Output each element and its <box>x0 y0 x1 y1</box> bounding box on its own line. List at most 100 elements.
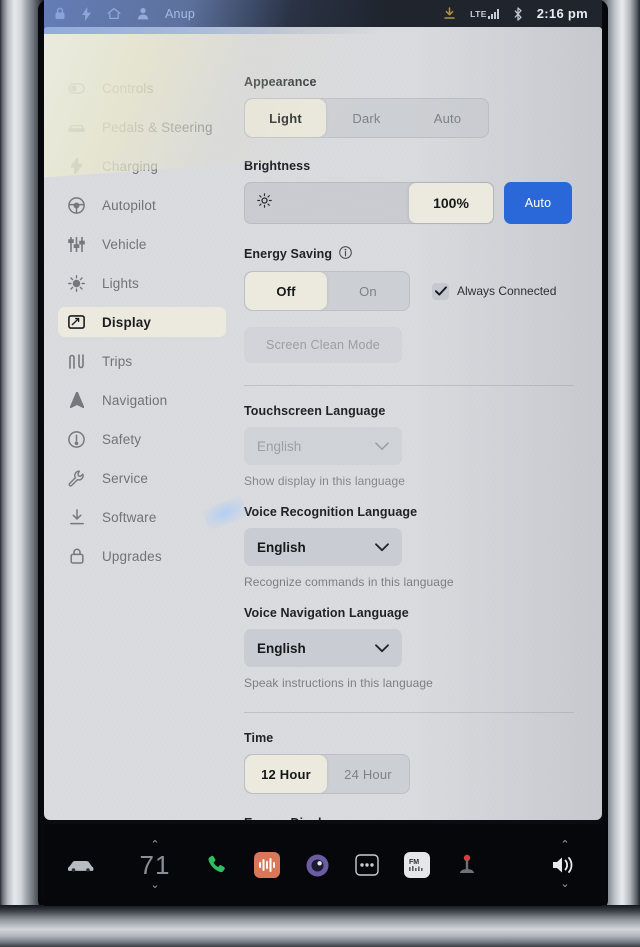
sliders-icon <box>68 236 85 252</box>
network-label: LTE <box>470 8 487 19</box>
sidebar-item-upgrades[interactable]: Upgrades <box>58 541 226 571</box>
dock-camera-button[interactable] <box>292 850 342 880</box>
tesla-settings-screen: Controls Pedals & Steering Charging Auto… <box>44 27 602 820</box>
sidebar-item-lights[interactable]: Lights <box>58 268 226 298</box>
sidebar-item-display[interactable]: Display <box>58 307 226 337</box>
sidebar-item-label: Upgrades <box>102 548 162 564</box>
settings-sidebar: Controls Pedals & Steering Charging Auto… <box>44 27 234 820</box>
time-option-24-hour[interactable]: 24 Hour <box>327 755 409 793</box>
dock-fm-radio-button[interactable]: FM <box>392 852 442 878</box>
bolt-icon <box>68 158 85 174</box>
arcade-joystick-icon <box>452 850 482 880</box>
volume-icon[interactable] <box>550 850 580 880</box>
camera-icon <box>302 850 332 880</box>
status-bar: Anup LTE 2:16 pm <box>44 0 602 27</box>
sidebar-item-label: Safety <box>102 431 142 447</box>
svg-text:FM: FM <box>409 859 419 866</box>
sidebar-item-vehicle[interactable]: Vehicle <box>58 229 226 259</box>
clock: 2:16 pm <box>536 6 588 21</box>
sidebar-item-label: Controls <box>102 80 154 96</box>
voice-navigation-language-dropdown[interactable]: English <box>244 629 402 667</box>
voice-recognition-language-dropdown[interactable]: English <box>244 528 402 566</box>
home-icon[interactable] <box>107 7 121 20</box>
chevron-down-icon[interactable]: ⌄ <box>150 879 159 890</box>
brightness-auto-button[interactable]: Auto <box>504 182 572 224</box>
touchscreen-language-value: English <box>257 438 302 454</box>
time-option-12-hour[interactable]: 12 Hour <box>245 755 327 793</box>
chevron-down-icon[interactable]: ⌄ <box>560 879 569 890</box>
dock-arcade-button[interactable] <box>442 850 492 880</box>
time-segmented-control: 12 Hour 24 Hour <box>244 754 410 794</box>
section-divider <box>244 712 574 713</box>
sun-icon <box>68 274 85 292</box>
dock-more-button[interactable] <box>342 850 392 880</box>
sidebar-item-label: Pedals & Steering <box>102 119 213 135</box>
dock-phone-button[interactable] <box>192 850 242 880</box>
media-eq-icon <box>254 852 280 878</box>
always-connected-label: Always Connected <box>457 284 557 298</box>
download-icon[interactable] <box>443 7 456 20</box>
sidebar-item-label: Navigation <box>102 392 168 408</box>
chevron-up-icon[interactable]: ⌃ <box>560 840 569 851</box>
energy-saving-label: Energy Saving <box>244 246 574 262</box>
bolt-icon[interactable] <box>82 6 91 21</box>
sidebar-item-trips[interactable]: Trips <box>58 346 226 376</box>
wrench-icon <box>68 470 85 487</box>
sidebar-item-safety[interactable]: Safety <box>58 424 226 454</box>
appearance-option-light[interactable]: Light <box>245 99 326 137</box>
voice-navigation-language-hint: Speak instructions in this language <box>244 676 433 690</box>
sidebar-item-charging[interactable]: Charging <box>58 151 226 181</box>
appearance-option-dark[interactable]: Dark <box>326 99 407 137</box>
touchscreen-language-dropdown[interactable]: English <box>244 427 402 465</box>
sidebar-item-service[interactable]: Service <box>58 463 226 493</box>
brightness-value[interactable]: 100% <box>409 183 493 223</box>
chevron-down-icon <box>375 641 389 656</box>
appearance-option-auto[interactable]: Auto <box>407 99 488 137</box>
dock-media-button[interactable] <box>242 852 292 878</box>
profile-name[interactable]: Anup <box>165 7 195 21</box>
brightness-slider[interactable]: 100% <box>244 182 494 224</box>
chevron-up-icon[interactable]: ⌃ <box>150 839 159 850</box>
car-seat-icon <box>68 121 85 133</box>
sidebar-item-label: Service <box>102 470 149 486</box>
screen-clean-mode-button[interactable]: Screen Clean Mode <box>244 327 402 363</box>
sidebar-item-software[interactable]: Software <box>58 502 226 532</box>
phone-icon <box>202 850 232 880</box>
sidebar-item-label: Charging <box>102 158 158 174</box>
bluetooth-icon[interactable] <box>513 6 523 21</box>
chevron-down-icon <box>375 540 389 555</box>
sidebar-item-label: Vehicle <box>102 236 147 252</box>
network-indicator: LTE <box>470 8 499 19</box>
person-icon[interactable] <box>137 7 149 20</box>
signal-bars-icon <box>487 8 499 19</box>
sidebar-item-pedals-steering[interactable]: Pedals & Steering <box>58 112 226 142</box>
car-icon <box>66 850 96 880</box>
dock-temperature-control[interactable]: ⌃ 71 ⌄ <box>118 839 192 890</box>
section-divider <box>244 385 574 386</box>
touchscreen-language-hint: Show display in this language <box>244 474 406 488</box>
alert-circle-icon <box>68 430 85 448</box>
dock-car-button[interactable] <box>44 850 118 880</box>
display-icon <box>68 315 85 329</box>
always-connected-checkbox-row[interactable]: Always Connected <box>432 282 557 300</box>
energy-saving-option-on[interactable]: On <box>327 272 409 310</box>
info-icon[interactable] <box>339 246 352 262</box>
sidebar-item-controls[interactable]: Controls <box>58 73 226 103</box>
checkmark-icon[interactable] <box>432 282 449 300</box>
steering-wheel-icon <box>68 196 85 214</box>
dashboard-photo: Anup LTE 2:16 pm Controls Pedals & Steer… <box>0 0 640 947</box>
energy-display-label: Energy Display <box>244 816 574 820</box>
bottom-dock: ⌃ 71 ⌄ FM ⌃ ⌄ <box>44 824 602 906</box>
temperature-value: 71 <box>139 849 171 880</box>
sidebar-item-autopilot[interactable]: Autopilot <box>58 190 226 220</box>
appearance-label: Appearance <box>244 75 317 89</box>
lock-icon[interactable] <box>54 7 66 20</box>
sidebar-item-label: Lights <box>102 275 139 291</box>
sidebar-item-label: Autopilot <box>102 197 156 213</box>
energy-saving-option-off[interactable]: Off <box>245 272 327 310</box>
download-icon <box>68 509 85 525</box>
trips-icon <box>68 353 85 369</box>
sidebar-item-navigation[interactable]: Navigation <box>58 385 226 415</box>
navigation-arrow-icon <box>68 392 85 408</box>
dock-volume-control[interactable]: ⌃ ⌄ <box>528 840 602 890</box>
